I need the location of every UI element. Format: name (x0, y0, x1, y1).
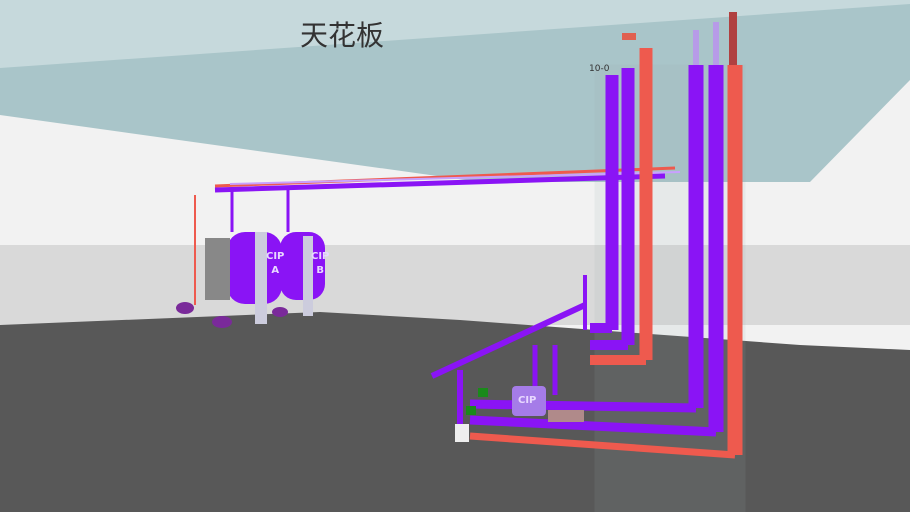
pump (272, 307, 288, 317)
tank-label-text: CIP (266, 251, 285, 262)
valve (478, 388, 488, 397)
valve (455, 424, 469, 442)
tank-label-sub: B (316, 265, 324, 276)
valve (466, 406, 476, 415)
steel-tank (205, 238, 230, 300)
ceiling-label: 天花板 (300, 19, 385, 52)
level-label: 10-0 (589, 64, 610, 74)
pump (176, 302, 194, 314)
tank-label-text: CIP (311, 251, 330, 262)
valve (622, 33, 636, 40)
3d-scene (0, 0, 910, 512)
tank-a-label: CIP A (266, 250, 284, 278)
tank-b-label: CIP B (311, 250, 329, 278)
filter (548, 410, 584, 422)
small-tank-label: CIP (518, 395, 537, 406)
tank-label-sub: A (271, 265, 280, 276)
pump (212, 316, 232, 328)
